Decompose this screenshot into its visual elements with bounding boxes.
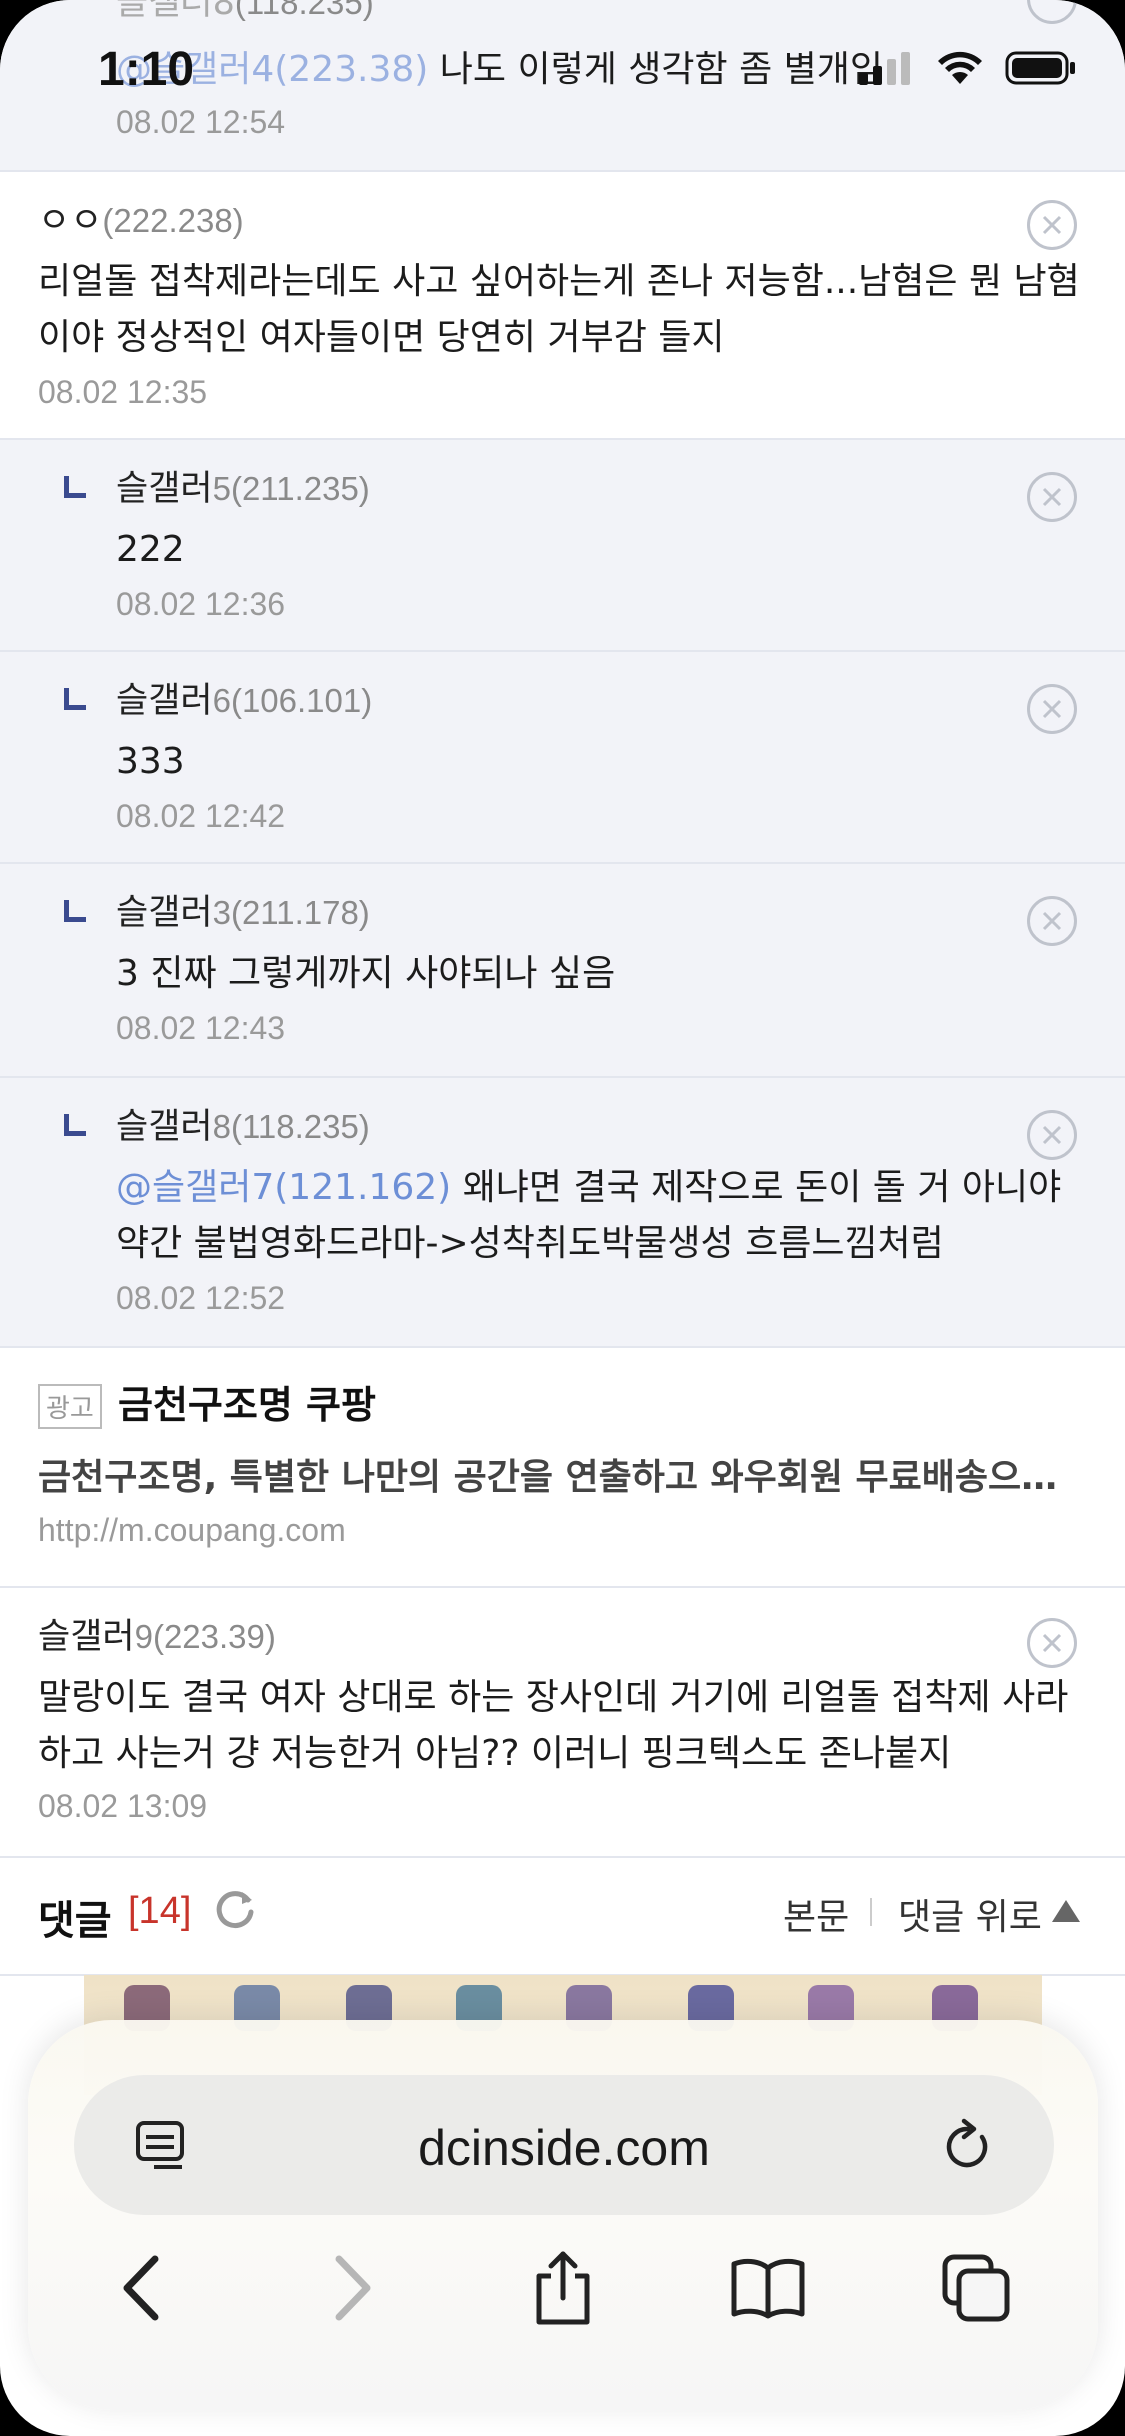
comment-ip: (222.238) [102,202,244,239]
comment-text: 말랑이도 결국 여자 상대로 하는 장사인데 거기에 리얼돌 접착제 사라 하고… [38,1677,1069,1774]
comment-row: ㅇㅇ(222.238) 리얼돌 접착제라는데도 사고 싶어하는게 존나 저능함.… [0,172,1125,440]
comment-nick: 슬갤러 [38,1617,135,1657]
status-icons [857,50,1077,86]
browser-toolbar: dcinside.com [28,2020,1098,2410]
reply-indicator-icon [64,476,86,498]
forward-button[interactable] [312,2248,392,2328]
comment-ip: (223.39) [152,1618,276,1655]
delete-comment-button[interactable] [1027,472,1077,522]
comment-nick: 슬갤러 [116,1107,213,1147]
close-icon [1042,487,1062,507]
comment-row: 슬갤러5(211.235) 222 08.02 12:36 [0,440,1125,652]
comment-time: 08.02 12:35 [38,374,208,410]
ad-description[interactable]: 금천구조명, 특별한 나만의 공간을 연출하고 와우회원 무료배송으로… [38,1448,1088,1500]
comment-time: 08.02 12:52 [116,1280,286,1316]
comment-time: 08.02 12:36 [116,586,286,622]
comment-nick: ㅇㅇ [38,201,103,241]
wifi-icon [938,51,982,84]
comment-row: 슬갤러9(223.39) 말랑이도 결국 여자 상대로 하는 장사인데 거기에 … [0,1588,1125,1858]
comment-text: 3 진짜 그렇게까지 사야되나 싶음 [116,953,616,994]
comment-row: 슬갤러6(106.101) 333 08.02 12:42 [0,652,1125,864]
refresh-icon [216,1891,254,1929]
chevron-right-icon [335,2255,371,2321]
reply-indicator-icon [64,688,86,710]
comment-ip: (211.178) [230,894,370,931]
comment-count: [14] [128,1890,192,1932]
delete-comment-button[interactable] [1027,684,1077,734]
divider [870,1898,872,1926]
book-icon [731,2258,805,2319]
chevron-left-icon [123,2255,159,2321]
comment-ip: (106.101) [230,682,373,719]
comment-row: 슬갤러3(211.178) 3 진짜 그렇게까지 사야되나 싶음 08.02 1… [0,864,1125,1078]
comment-time: 08.02 13:09 [38,1788,208,1824]
comment-text: 리얼돌 접착제라는데도 사고 싶어하는게 존나 저능함...남혐은 뭔 남혐 이… [38,261,1080,358]
status-time: 1:10 [98,43,195,96]
comment-text: 333 [116,741,185,782]
ad-url[interactable]: http://m.coupang.com [38,1512,346,1549]
comment-nick: 슬갤러 [116,893,213,933]
bookmarks-button[interactable] [728,2248,808,2328]
delete-comment-button[interactable] [1027,896,1077,946]
refresh-comments-button[interactable] [212,1886,258,1936]
close-icon [1042,699,1062,719]
comment-text: 222 [116,529,185,570]
ad-label: 광고 [38,1384,102,1429]
comment-nick: 슬갤러 [116,469,213,509]
comment-ip: (118.235) [230,1108,370,1145]
go-to-body-link[interactable]: 본문 [783,1888,849,1940]
share-icon [536,2251,590,2325]
comment-nick: 슬갤러 [116,681,213,721]
back-button[interactable] [102,2248,182,2328]
tabs-button[interactable] [936,2248,1016,2328]
delete-comment-button[interactable] [1027,1618,1077,1668]
cellular-signal-icon [859,52,910,85]
address-bar[interactable]: dcinside.com [74,2075,1054,2215]
phone-screen: 1:10 슬갤러8(118.235) @슬갤러4(223.38) 나도 이렇게 … [0,0,1125,2436]
reload-icon [946,2118,988,2168]
close-icon [1042,215,1062,235]
comment-header: 댓글 [14] 본문 댓글 위로 [0,1858,1125,1976]
delete-comment-button[interactable] [1027,200,1077,250]
reload-button[interactable] [942,2117,994,2177]
comment-ip: (211.235) [230,470,370,507]
scroll-to-comments-top-link[interactable]: 댓글 위로 [898,1888,1042,1940]
comment-time: 08.02 12:42 [116,798,286,834]
comment-row: 슬갤러8(118.235) @슬갤러7(121.162) 왜냐면 결국 제작으로… [0,1078,1125,1348]
ad-title[interactable]: 금천구조명 쿠팡 [118,1374,376,1429]
comment-text: @슬갤러7(121.162) 왜냐면 결국 제작으로 돈이 돌 거 아니야 약간… [116,1167,1062,1264]
battery-icon [1005,51,1075,85]
comment-section-title: 댓글 [38,1898,112,1944]
close-icon [1042,1633,1062,1653]
tabs-icon [942,2254,1010,2322]
close-icon [1042,911,1062,931]
reply-indicator-icon [64,1114,86,1136]
reply-indicator-icon [64,900,86,922]
close-icon [1042,1125,1062,1145]
comment-mention[interactable]: @슬갤러7(121.162) [116,1167,451,1208]
arrow-up-icon[interactable] [1052,1900,1080,1922]
status-bar: 1:10 [0,0,1125,150]
delete-comment-button[interactable] [1027,1110,1077,1160]
share-button[interactable] [523,2248,603,2328]
comment-time: 08.02 12:43 [116,1010,286,1046]
url-text[interactable]: dcinside.com [74,2119,1054,2177]
